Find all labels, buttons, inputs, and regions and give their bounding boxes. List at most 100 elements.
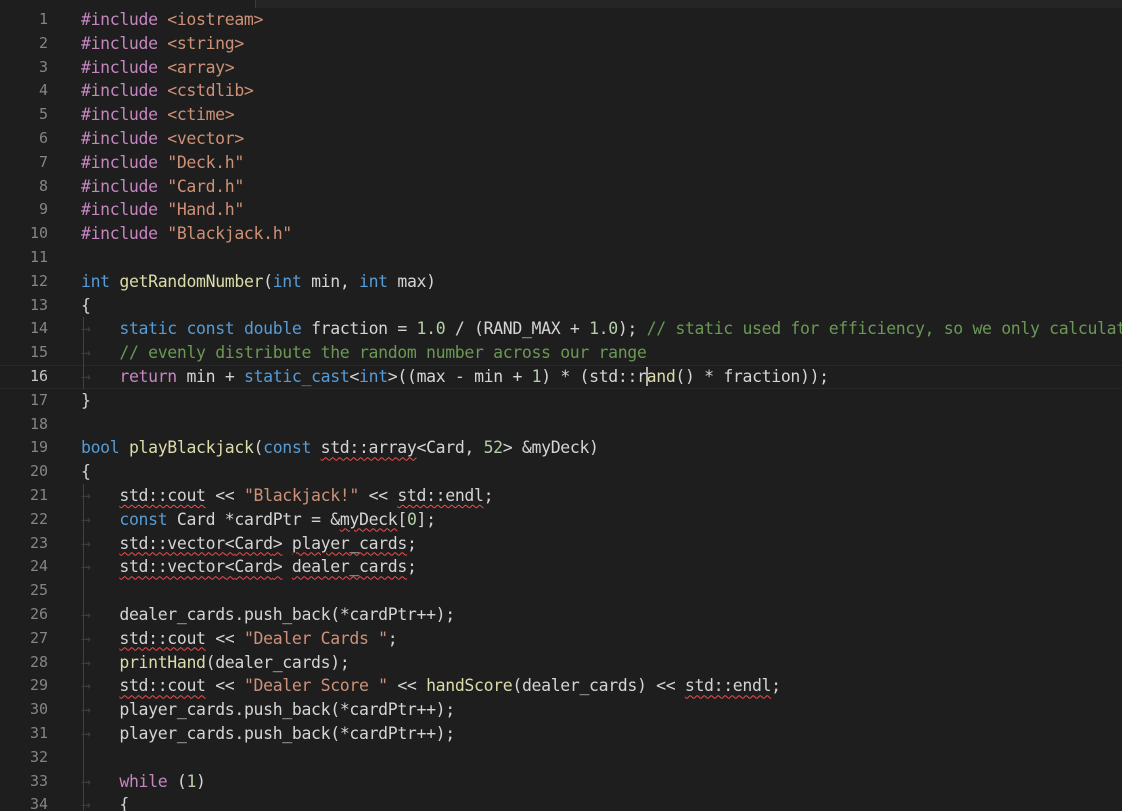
code-line[interactable]: [81, 745, 1122, 770]
line-number[interactable]: 20: [0, 460, 48, 484]
code-area[interactable]: #include <iostream> #include <string> #i…: [0, 8, 1122, 811]
line-number[interactable]: 13: [0, 294, 48, 318]
code-line[interactable]: #include "Blackjack.h": [81, 222, 1122, 246]
preprocessor-directive: #include: [81, 105, 158, 125]
code-line[interactable]: → player_cards.push_back(*cardPtr++);: [81, 698, 1122, 722]
line-number[interactable]: 12: [0, 270, 48, 294]
indent-guide: [83, 317, 84, 342]
identifier: myDeck: [531, 438, 590, 458]
code-line[interactable]: #include <vector>: [81, 127, 1122, 151]
tab-strip: [255, 0, 1122, 8]
function-name: and: [646, 366, 676, 386]
line-number[interactable]: 11: [0, 246, 48, 270]
indent-guide: [83, 341, 84, 365]
line-number[interactable]: 9: [0, 198, 48, 222]
line-number[interactable]: 14: [0, 317, 48, 341]
code-editor[interactable]: 1 2 3 4 5 6 7 8 9 10 11 12 13 14 15 16 17 18 19 20 21 22 23 24 2…: [0, 0, 1122, 811]
line-number[interactable]: 22: [0, 508, 48, 532]
line-number[interactable]: 23: [0, 532, 48, 556]
code-line[interactable]: → const Card *cardPtr = &myDeck[0];: [81, 507, 1122, 532]
identifier: std::r: [589, 366, 647, 386]
code-line[interactable]: → static const double fraction = 1.0 / (…: [81, 317, 1122, 342]
line-number[interactable]: 33: [0, 770, 48, 794]
code-line[interactable]: → dealer_cards.push_back(*cardPtr++);: [81, 602, 1122, 627]
line-number[interactable]: 32: [0, 746, 48, 770]
code-line[interactable]: → {: [81, 793, 1122, 811]
line-number[interactable]: 1: [0, 8, 48, 32]
error-squiggle: std::cout: [119, 629, 206, 648]
keyword: int: [81, 271, 110, 291]
header-name: <vector>: [167, 128, 244, 148]
string-literal: "Blackjack!": [243, 485, 359, 505]
code-line[interactable]: #include "Hand.h": [81, 198, 1122, 222]
keyword: const: [263, 438, 312, 458]
editor-top-bar: [0, 0, 1122, 8]
code-line[interactable]: → while (1): [81, 769, 1122, 794]
code-line[interactable]: #include "Card.h": [81, 175, 1122, 199]
line-number[interactable]: 28: [0, 651, 48, 675]
code-line[interactable]: #include "Deck.h": [81, 151, 1122, 175]
code-line[interactable]: #include <cstdlib>: [81, 79, 1122, 103]
line-number[interactable]: 8: [0, 175, 48, 199]
identifier: std::endl: [684, 676, 772, 696]
line-number[interactable]: 18: [0, 413, 48, 437]
line-number[interactable]: 6: [0, 127, 48, 151]
code-line[interactable]: → std::cout << "Dealer Score " << handSc…: [81, 674, 1122, 699]
code-line[interactable]: → std::vector<Card> player_cards;: [81, 531, 1122, 556]
code-line[interactable]: → std::cout << "Dealer Cards ";: [81, 626, 1122, 651]
code-line[interactable]: → // evenly distribute the random number…: [81, 341, 1122, 365]
code-line[interactable]: → std::vector<Card> dealer_cards;: [81, 555, 1122, 580]
code-line[interactable]: {: [81, 294, 1122, 318]
line-number[interactable]: 7: [0, 151, 48, 175]
code-line[interactable]: bool playBlackjack(const std::array<Card…: [81, 436, 1122, 460]
line-number[interactable]: 25: [0, 579, 48, 603]
line-number[interactable]: 10: [0, 222, 48, 246]
line-number[interactable]: 34: [0, 793, 48, 811]
line-number[interactable]: 21: [0, 484, 48, 508]
code-line[interactable]: int getRandomNumber(int min, int max): [81, 270, 1122, 294]
brace: }: [81, 390, 91, 410]
line-number[interactable]: 15: [0, 341, 48, 365]
line-number[interactable]: 2: [0, 32, 48, 56]
line-number[interactable]: 5: [0, 103, 48, 127]
indent-guide: [83, 626, 84, 651]
line-number[interactable]: 30: [0, 698, 48, 722]
code-line[interactable]: → std::cout << "Blackjack!" << std::endl…: [81, 483, 1122, 508]
line-number[interactable]: 4: [0, 79, 48, 103]
line-number[interactable]: 24: [0, 555, 48, 579]
line-number[interactable]: 29: [0, 674, 48, 698]
code-line[interactable]: [81, 579, 1122, 603]
identifier: cardPtr: [349, 700, 417, 720]
line-number-gutter[interactable]: 1 2 3 4 5 6 7 8 9 10 11 12 13 14 15 16 17 18 19 20 21 22 23 24 2…: [0, 8, 62, 811]
code-line[interactable]: #include <string>: [81, 32, 1122, 56]
code-line-active[interactable]: → return min + static_cast<int>((max - m…: [0, 364, 1122, 389]
line-number[interactable]: 19: [0, 436, 48, 460]
indent-guide: [83, 555, 84, 580]
line-number[interactable]: 27: [0, 627, 48, 651]
code-line[interactable]: → printHand(dealer_cards);: [81, 650, 1122, 675]
code-line[interactable]: [81, 413, 1122, 437]
code-line[interactable]: #include <ctime>: [81, 103, 1122, 127]
keyword: static_cast: [244, 366, 350, 386]
code-line[interactable]: #include <array>: [81, 56, 1122, 80]
identifier: Card: [426, 438, 465, 458]
header-name: <array>: [167, 57, 235, 77]
preprocessor-directive: #include: [81, 33, 158, 53]
identifier: std::vector: [119, 533, 225, 553]
identifier: Card: [234, 533, 273, 553]
code-line[interactable]: [81, 246, 1122, 270]
header-name: "Hand.h": [167, 200, 244, 220]
function-name: getRandomNumber: [119, 271, 264, 291]
line-number[interactable]: 17: [0, 389, 48, 413]
code-line[interactable]: {: [81, 460, 1122, 484]
error-squiggle: myDeck: [340, 510, 398, 529]
line-number[interactable]: 3: [0, 56, 48, 80]
preprocessor-directive: #include: [81, 224, 158, 244]
code-line[interactable]: → player_cards.push_back(*cardPtr++);: [81, 721, 1122, 746]
line-number[interactable]: 26: [0, 603, 48, 627]
code-line[interactable]: }: [81, 389, 1122, 413]
keyword: const: [186, 319, 235, 339]
code-line[interactable]: #include <iostream>: [81, 8, 1122, 32]
line-number[interactable]: 31: [0, 722, 48, 746]
header-name: "Blackjack.h": [167, 224, 292, 244]
